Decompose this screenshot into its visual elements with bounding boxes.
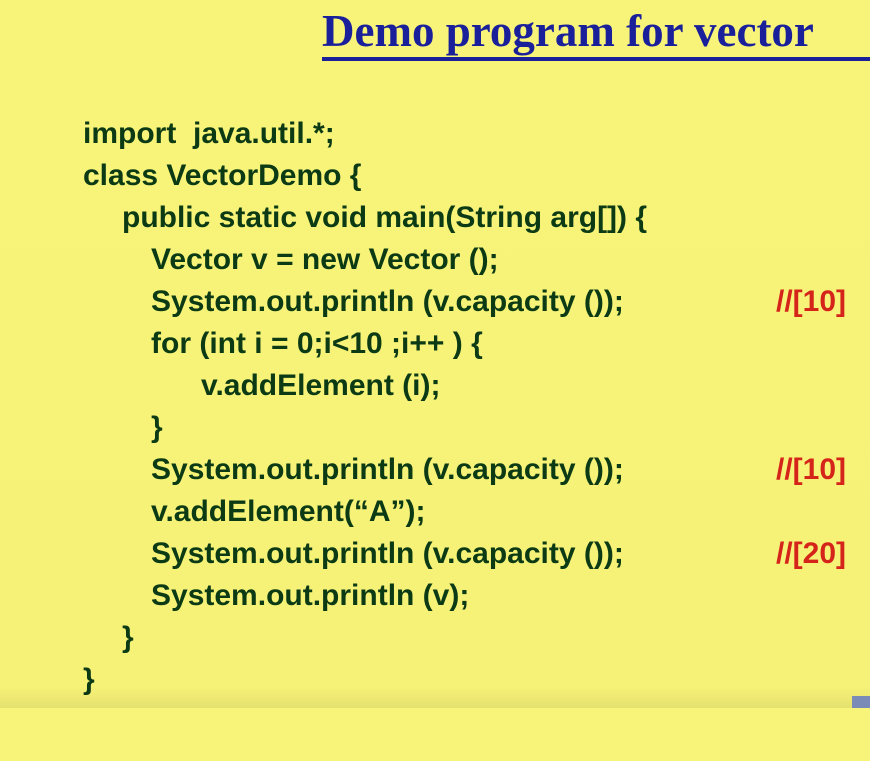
code-line-text: class VectorDemo { (83, 159, 362, 192)
code-line: System.out.println (v); (0, 575, 870, 617)
code-comment: //[20] (776, 537, 847, 570)
code-line: v.addElement(“A”); (0, 491, 870, 533)
code-line-text: System.out.println (v.capacity ()); (151, 285, 624, 318)
code-line: System.out.println (v.capacity ()); //[2… (0, 533, 870, 575)
code-line-text: System.out.println (v); (151, 579, 470, 612)
code-line: v.addElement (i); (0, 365, 870, 407)
code-line-text: for (int i = 0;i<10 ;i++ ) { (151, 327, 483, 360)
code-line-text: } (151, 411, 163, 444)
slide: Demo program for vector import java.util… (0, 0, 870, 708)
code-line: System.out.println (v.capacity ()); //[1… (0, 281, 870, 323)
code-line-text: import java.util.*; (83, 117, 335, 150)
code-line-text: Vector v = new Vector (); (151, 243, 499, 276)
corner-navigation-marker (852, 696, 870, 708)
code-line: public static void main(String arg[]) { (0, 197, 870, 239)
slide-title: Demo program for vector (322, 6, 814, 56)
code-line: class VectorDemo { (0, 155, 870, 197)
code-line-text: System.out.println (v.capacity ()); (151, 453, 624, 486)
bottom-shade (0, 686, 870, 708)
title-underline (322, 57, 870, 61)
code-line: import java.util.*; (0, 113, 870, 155)
code-line-text: System.out.println (v.capacity ()); (151, 537, 624, 570)
code-comment: //[10] (776, 285, 847, 318)
code-line-text: v.addElement (i); (201, 369, 441, 402)
code-line: } (0, 407, 870, 449)
code-line-text: } (122, 621, 134, 654)
code-comment: //[10] (776, 453, 847, 486)
code-line: Vector v = new Vector (); (0, 239, 870, 281)
code-line-text: public static void main(String arg[]) { (122, 201, 648, 234)
code-line: for (int i = 0;i<10 ;i++ ) { (0, 323, 870, 365)
code-line: System.out.println (v.capacity ()); //[1… (0, 449, 870, 491)
code-line-text: v.addElement(“A”); (151, 495, 426, 528)
code-line: } (0, 617, 870, 659)
